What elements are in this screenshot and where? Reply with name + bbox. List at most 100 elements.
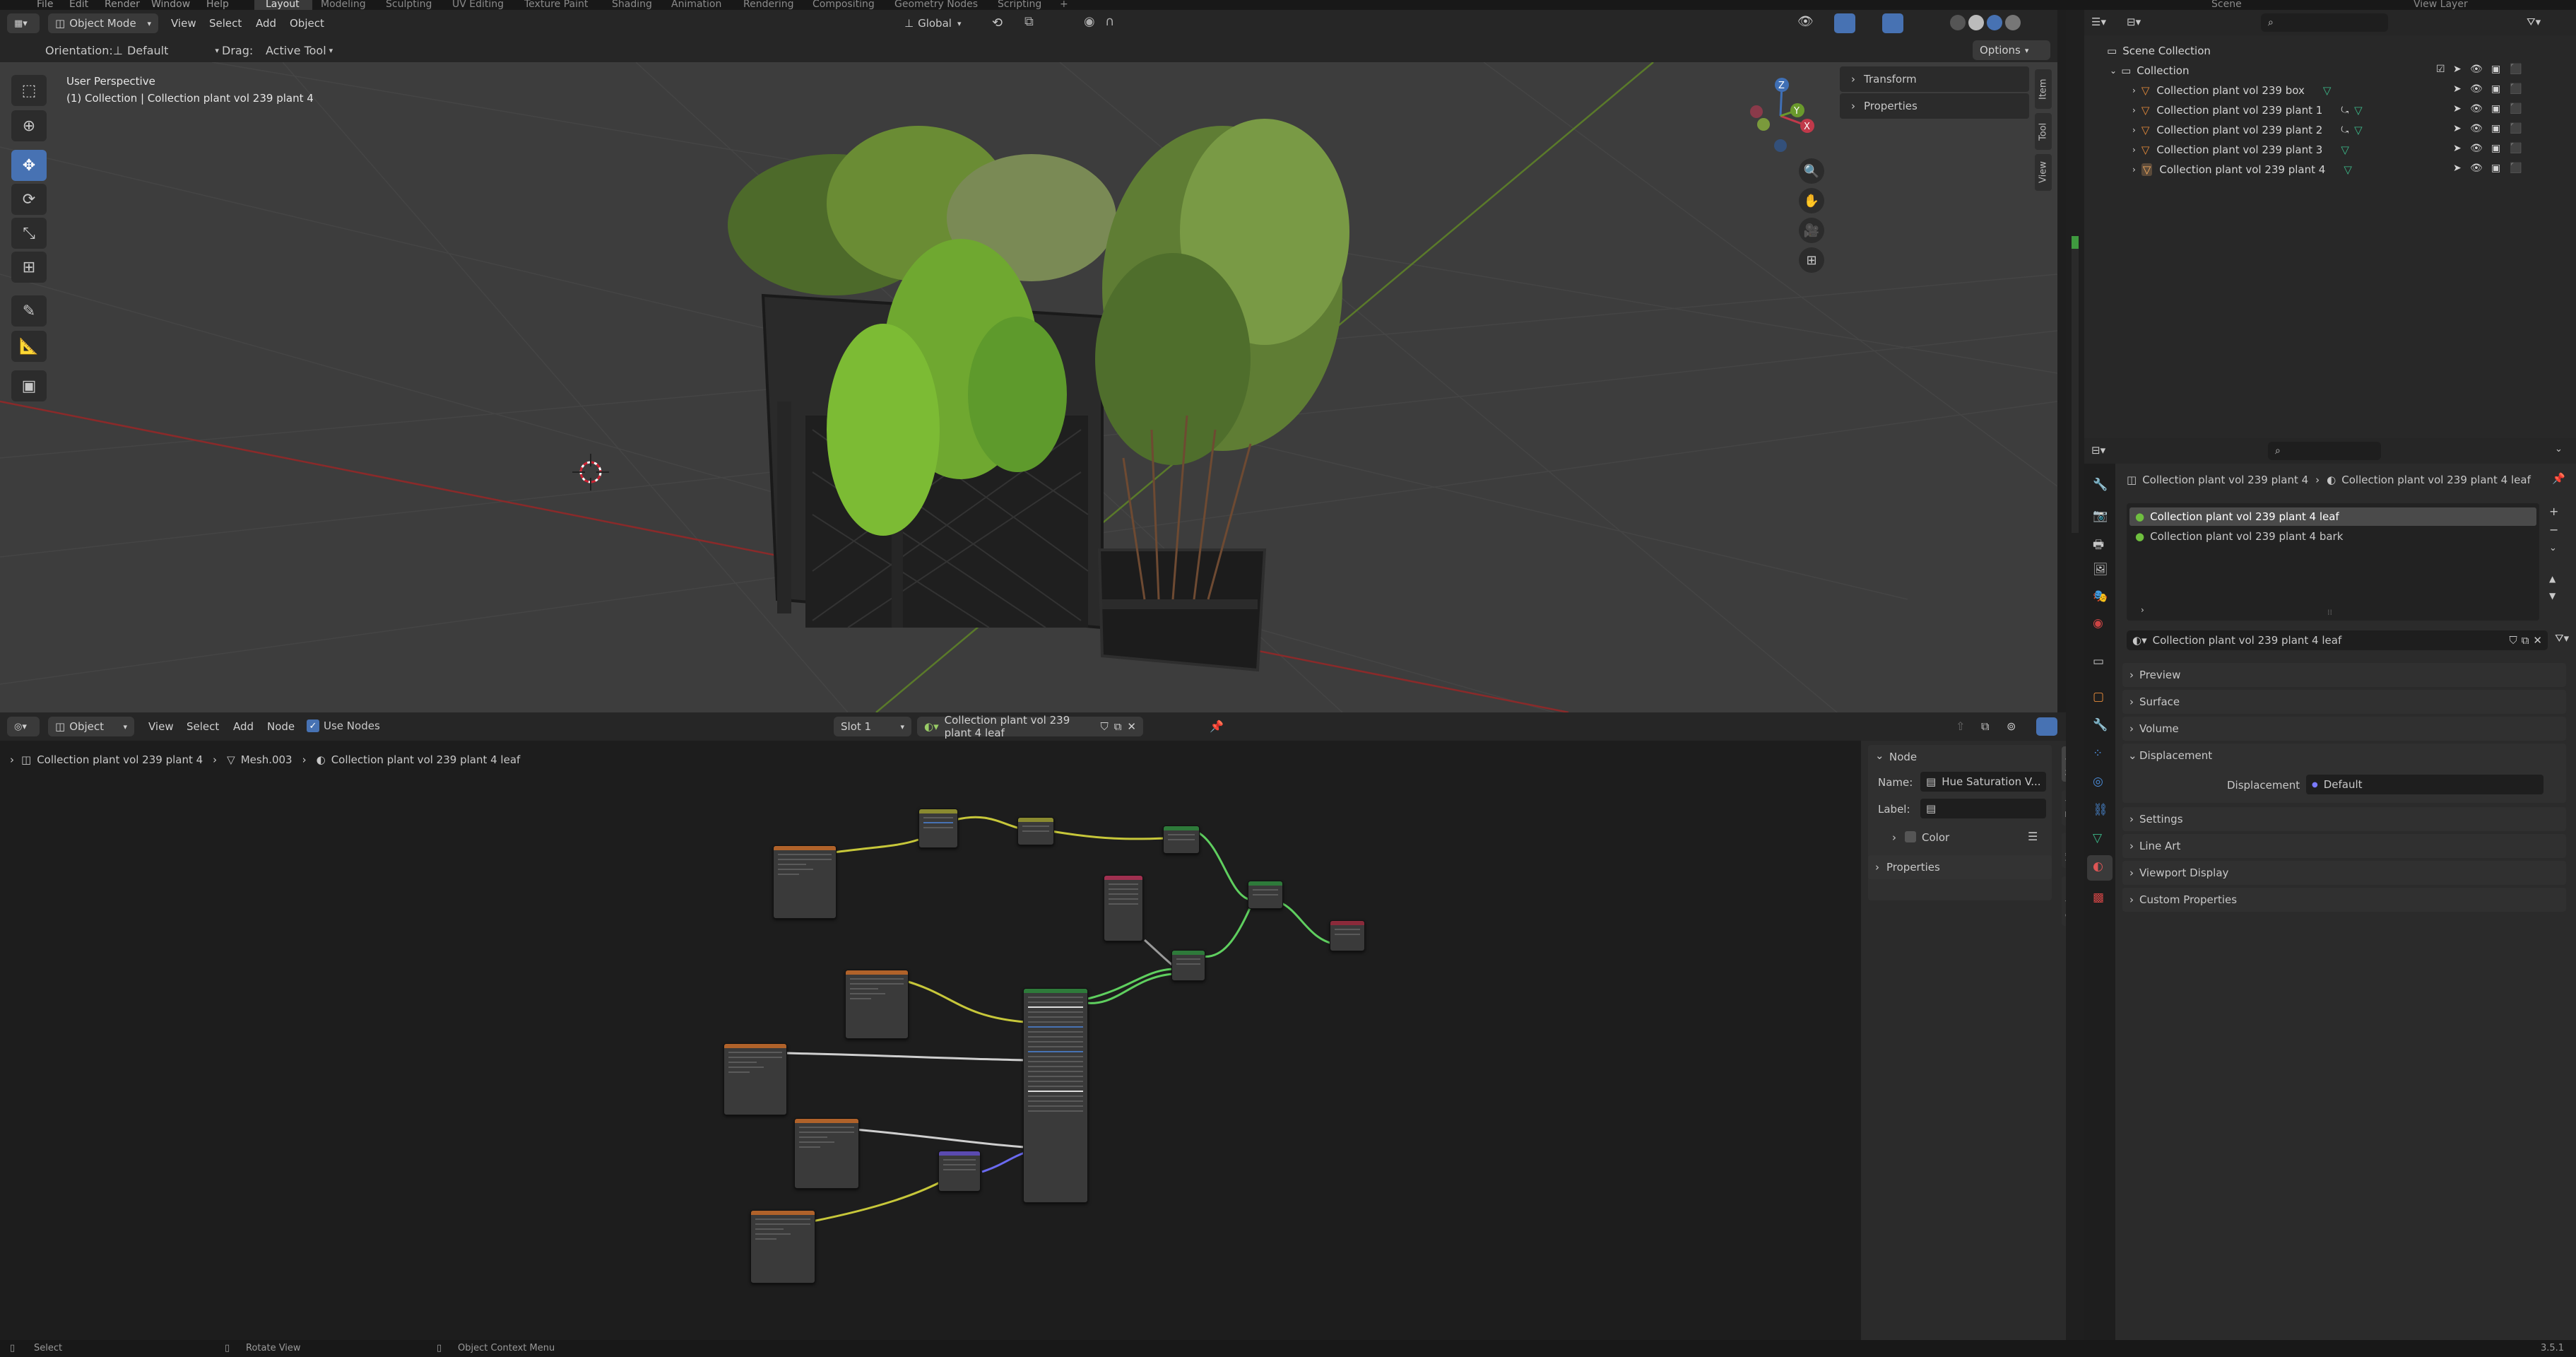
scene-tab-icon[interactable]: 🎭 [2093, 589, 2108, 604]
node-name-field[interactable]: ▤ Hue Saturation V... [1920, 772, 2046, 792]
monitor-icon[interactable]: ▣ [2491, 64, 2500, 75]
tab-layout[interactable]: Layout [266, 0, 300, 10]
camera-icon[interactable]: ⬛ [2510, 143, 2522, 154]
eye-icon[interactable]: 👁 [2470, 83, 2483, 95]
tab-shading[interactable]: Shading [612, 0, 652, 10]
camera-icon[interactable]: ⬛ [2510, 123, 2522, 134]
data-tab-icon[interactable]: ▽ [2093, 831, 2102, 845]
material-datablock-selector[interactable]: ◐▾ Collection plant vol 239 plant 4 leaf… [2127, 630, 2548, 650]
fake-user-icon[interactable]: ⛉ [2509, 634, 2517, 647]
render-tab-icon[interactable]: 📷 [2093, 509, 2108, 523]
tab-tool[interactable]: Tool [2035, 113, 2052, 150]
material-output-node[interactable] [1330, 920, 1365, 951]
select-arrow-icon[interactable]: ➤ [2453, 64, 2462, 75]
object-tab-icon[interactable]: ▢ [2093, 690, 2104, 704]
editor-type-icon[interactable]: ☰▾ [2091, 16, 2106, 28]
select-arrow-icon[interactable]: ➤ [2453, 163, 2462, 174]
camera-icon[interactable]: ⬛ [2510, 163, 2522, 174]
zoom-icon[interactable]: 🔍 [1799, 158, 1824, 184]
measure-tool[interactable]: 📐 [11, 331, 47, 362]
transform-orientation[interactable]: ⊥ Global ▾ [904, 13, 961, 33]
resize-handle-icon[interactable]: ⁞⁞ [2327, 608, 2332, 617]
mix-node[interactable] [1171, 950, 1205, 981]
tool-tab-icon[interactable]: 🔧 [2093, 478, 2108, 492]
navigation-gizmo[interactable]: Z X Y [1738, 72, 1830, 157]
tab-texture-paint[interactable]: Texture Paint [524, 0, 588, 10]
monitor-icon[interactable]: ▣ [2491, 163, 2500, 174]
filter-icon[interactable]: ⛛▾ [2555, 632, 2569, 645]
camera-icon[interactable]: 🎥 [1799, 218, 1824, 243]
properties-search-input[interactable]: ⌕ [2268, 442, 2381, 460]
tab-animation[interactable]: Animation [671, 0, 721, 10]
monitor-icon[interactable]: ▣ [2491, 143, 2500, 154]
view-layer-tab-icon[interactable]: 🖼 [2093, 563, 2108, 577]
tab-sculpting[interactable]: Sculpting [386, 0, 432, 10]
image-texture-node[interactable] [773, 845, 837, 919]
scene-selector[interactable]: Scene [2211, 0, 2242, 10]
outliner-item[interactable]: › ▽ Collection plant vol 239 plant 3 ▽ ➤… [2084, 140, 2576, 160]
use-nodes-checkbox[interactable]: ✓ Use Nodes [307, 719, 380, 732]
texture-coordinate-node[interactable] [1104, 875, 1143, 941]
visibility-icon[interactable]: 👁 [1797, 14, 1814, 29]
particles-tab-icon[interactable]: ⁘ [2093, 746, 2103, 760]
tab-rendering[interactable]: Rendering [743, 0, 794, 10]
select-arrow-icon[interactable]: ➤ [2453, 143, 2462, 154]
menu-edit[interactable]: Edit [69, 0, 88, 10]
collection-tab-icon[interactable]: ▭ [2093, 654, 2104, 669]
drag-selector[interactable]: Active Tool ▾ [266, 41, 333, 59]
move-tool[interactable]: ✥ [11, 150, 47, 181]
annotate-tool[interactable]: ✎ [11, 295, 47, 327]
displacement-panel[interactable]: ⌄ Displacement Displacement ● Default [2122, 744, 2566, 803]
node-menu-node[interactable]: Node [267, 720, 295, 733]
viewport-menu-view[interactable]: View [171, 17, 196, 30]
transform-tool[interactable]: ⊞ [11, 252, 47, 283]
modifier-tab-icon[interactable]: 🔧 [2093, 718, 2108, 732]
line-art-panel[interactable]: › Line Art [2122, 834, 2566, 858]
chevron-down-icon[interactable]: ⌄ [2549, 543, 2557, 553]
material-slot-row-active[interactable]: ● Collection plant vol 239 plant 4 leaf [2129, 507, 2536, 526]
material-tab-icon[interactable]: ◐ [2093, 859, 2103, 874]
eye-icon[interactable]: 👁 [2470, 143, 2483, 154]
image-texture-node-2[interactable] [845, 970, 909, 1039]
gizmo-toggle-button[interactable] [1834, 13, 1855, 33]
eye-icon[interactable]: 👁 [2470, 163, 2483, 174]
close-icon[interactable]: ✕ [1127, 720, 1136, 733]
3d-viewport[interactable]: User Perspective (1) Collection | Collec… [0, 62, 2057, 712]
world-tab-icon[interactable]: ◉ [2093, 616, 2103, 630]
snap-icon[interactable]: ⧉ [1981, 719, 1989, 734]
tab-modeling[interactable]: Modeling [321, 0, 366, 10]
options-button[interactable]: Options ▾ [1973, 40, 2050, 60]
duplicate-icon[interactable]: ⧉ [2522, 634, 2529, 647]
camera-icon[interactable]: ⬛ [2510, 103, 2522, 114]
scale-tool[interactable]: ⤡ [11, 218, 47, 249]
slot-selector[interactable]: Slot 1 ▾ [834, 717, 911, 736]
editor-type-button[interactable]: ▦▾ [7, 13, 40, 33]
mapping-node[interactable] [918, 809, 958, 848]
properties-panel[interactable]: › Properties [1840, 93, 2029, 119]
volume-panel[interactable]: › Volume [2122, 717, 2566, 741]
add-slot-icon[interactable]: + [2549, 505, 2558, 518]
monitor-icon[interactable]: ▣ [2491, 123, 2500, 134]
node-overlay-toggle[interactable] [2036, 717, 2057, 736]
snap-icon[interactable]: ⧉ [1024, 14, 1034, 29]
node-menu-view[interactable]: View [148, 720, 174, 733]
tab-uv-editing[interactable]: UV Editing [452, 0, 504, 10]
output-tab-icon[interactable]: 🖶 [2093, 536, 2104, 556]
outliner-item[interactable]: › ▽ Collection plant vol 239 plant 2 ⤿ ▽… [2084, 120, 2576, 140]
wireframe-shading-icon[interactable] [1950, 15, 1966, 30]
pin-icon[interactable]: 📌 [1210, 719, 1224, 733]
filter-icon[interactable]: ⛛▾ [2527, 16, 2541, 28]
tab-compositing[interactable]: Compositing [813, 0, 875, 10]
viewport-menu-add[interactable]: Add [256, 17, 276, 30]
outliner-item[interactable]: › ▽ Collection plant vol 239 box ▽ ➤ 👁 ▣… [2084, 81, 2576, 100]
tab-item[interactable]: Item [2035, 69, 2052, 109]
material-selector[interactable]: ◐▾ Collection plant vol 239 plant 4 leaf… [917, 714, 1143, 739]
node-editor-canvas[interactable]: › ◫ Collection plant vol 239 plant 4 › ▽… [0, 741, 1861, 1340]
mode-selector[interactable]: ◫ Object Mode ▾ [48, 13, 158, 33]
solid-shading-icon[interactable] [1968, 15, 1984, 30]
overlay-toggle-button[interactable] [1882, 13, 1903, 33]
color-checkbox[interactable] [1905, 831, 1916, 842]
viewport-display-panel[interactable]: › Viewport Display [2122, 861, 2566, 885]
constraints-tab-icon[interactable]: ⛓ [2093, 803, 2108, 817]
view-layer-selector[interactable]: View Layer [2413, 0, 2468, 10]
